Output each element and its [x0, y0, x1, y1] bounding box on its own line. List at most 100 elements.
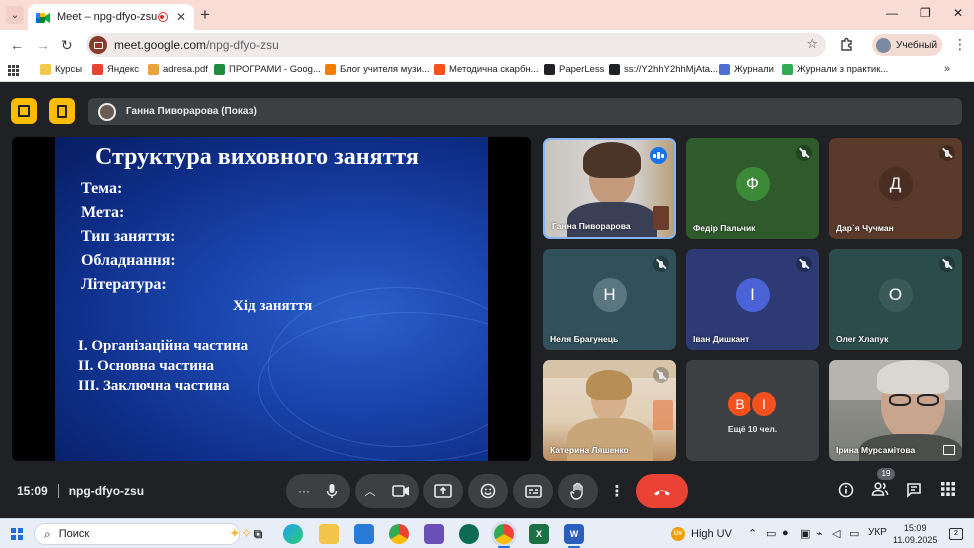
- bookmarks-more-icon[interactable]: »: [944, 63, 950, 75]
- participant-tile-kateryna[interactable]: Катерина Ляшенко: [543, 360, 676, 461]
- bookmark-item[interactable]: PaperLess: [544, 64, 604, 75]
- profile-button[interactable]: Учебный: [872, 34, 942, 56]
- bookmark-item[interactable]: Курсы: [40, 64, 82, 75]
- bookmark-item[interactable]: Журнали: [719, 64, 774, 75]
- participant-tile-hanna[interactable]: Ганна Пиворарова: [543, 138, 676, 239]
- bookmark-item[interactable]: ПРОГРАМИ - Goog...: [214, 64, 321, 75]
- address-bar[interactable]: meet.google.com/npg-dfyo-zsu ☆: [86, 33, 826, 57]
- slide-part: III. Заключна частина: [78, 378, 230, 394]
- participant-tile-fedir[interactable]: Ф Федір Пальчик: [686, 138, 819, 239]
- back-arrow-icon[interactable]: ←: [10, 37, 24, 53]
- bookmark-item[interactable]: ss://Y2hhY2hhMjAta...: [609, 64, 718, 75]
- slide-subtitle: Хід заняття: [233, 298, 313, 314]
- taskbar-clock[interactable]: 15:09 11.09.2025: [893, 522, 937, 546]
- chat-button[interactable]: [906, 482, 922, 502]
- minimize-icon[interactable]: —: [886, 6, 898, 20]
- save-disk-icon[interactable]: [424, 524, 444, 544]
- more-audio-options-icon[interactable]: ···: [298, 484, 310, 498]
- participant-hair: [583, 142, 641, 178]
- participant-initial: О: [878, 277, 913, 312]
- mic-off-icon: [653, 367, 669, 383]
- bookmark-label: Журнали з практик...: [797, 64, 889, 75]
- task-view-icon[interactable]: ⧉: [248, 524, 268, 544]
- meet-tray-icon[interactable]: ▭: [766, 527, 776, 540]
- app-d-icon[interactable]: [459, 524, 479, 544]
- activities-button[interactable]: [941, 482, 955, 500]
- mic-tray-icon[interactable]: ●: [782, 527, 789, 539]
- language-indicator[interactable]: УКР: [868, 527, 887, 538]
- mic-off-icon: [653, 256, 669, 272]
- taskbar-search[interactable]: ⌕ Поиск ✦✧: [34, 523, 252, 545]
- participants-count-badge: 19: [877, 468, 895, 480]
- present-button[interactable]: [423, 474, 463, 508]
- layout-icon: [57, 104, 67, 118]
- tab-meet[interactable]: Meet – npg-dfyo-zsu ✕: [28, 4, 194, 30]
- raise-hand-button[interactable]: [558, 474, 598, 508]
- file-explorer-icon[interactable]: [319, 524, 339, 544]
- bookmark-item[interactable]: adresa.pdf: [148, 64, 208, 75]
- more-options-button[interactable]: ⋮: [603, 474, 631, 508]
- bookmarks-bar: Курсы Яндекс adresa.pdf ПРОГРАМИ - Goog... Б…: [0, 60, 974, 82]
- bookmark-item[interactable]: Методична скарбн...: [434, 64, 539, 75]
- meeting-details-button[interactable]: [838, 482, 854, 502]
- participant-tile-nelya[interactable]: Н Неля Брагунець: [543, 249, 676, 350]
- new-tab-button[interactable]: +: [200, 5, 210, 25]
- more-participants-tile[interactable]: В І Ещё 10 чел.: [686, 360, 819, 461]
- tab-search-button[interactable]: ⌄: [6, 6, 24, 24]
- camera-icon[interactable]: [391, 485, 410, 497]
- layout-button[interactable]: [49, 98, 75, 124]
- network-icon[interactable]: ⌁: [816, 527, 823, 540]
- bookmark-star-icon[interactable]: ☆: [806, 36, 818, 52]
- participant-tile-darya[interactable]: Д Дар`я Чучман: [829, 138, 962, 239]
- bookmark-favicon-icon: [148, 64, 159, 75]
- reactions-button[interactable]: [468, 474, 508, 508]
- browser-menu-icon[interactable]: ⋮: [953, 36, 967, 53]
- glasses-lens: [889, 394, 911, 406]
- presentation-stage[interactable]: Структура виховного заняття Тема: Мета: …: [12, 137, 531, 461]
- slide-part: II. Основна частина: [78, 358, 215, 374]
- excel-icon[interactable]: X: [529, 524, 549, 544]
- participant-name: Федір Пальчик: [693, 223, 756, 233]
- chevron-up-icon[interactable]: ︿: [365, 483, 376, 499]
- windows-start-icon[interactable]: [11, 528, 23, 540]
- captions-button[interactable]: [513, 474, 553, 508]
- forward-arrow-icon[interactable]: →: [36, 37, 50, 53]
- chat-icon: [907, 483, 921, 498]
- reload-icon[interactable]: ↻: [61, 37, 73, 54]
- people-button[interactable]: [871, 482, 889, 500]
- pip-icon[interactable]: [943, 445, 955, 455]
- microphone-icon[interactable]: [326, 483, 338, 499]
- stop-presenting-button[interactable]: [11, 98, 37, 124]
- weather-widget[interactable]: UV High UV: [671, 527, 732, 541]
- uv-icon: UV: [671, 527, 685, 541]
- participant-name: Олег Хлапук: [836, 334, 889, 344]
- restore-icon[interactable]: ❐: [920, 6, 931, 20]
- leave-call-button[interactable]: [636, 474, 688, 508]
- bookmark-item[interactable]: Журнали з практик...: [782, 64, 888, 75]
- hand-icon: [570, 482, 583, 500]
- apps-grid-icon[interactable]: [8, 65, 19, 76]
- chrome-icon[interactable]: [389, 524, 409, 544]
- participant-tile-iryna[interactable]: Ірина Мурсамітова: [829, 360, 962, 461]
- browser-tabstrip: ⌄ Meet – npg-dfyo-zsu ✕ + — ❐ ✕: [0, 0, 974, 30]
- site-info-icon[interactable]: [89, 36, 107, 54]
- extensions-puzzle-icon[interactable]: [840, 37, 854, 54]
- bookmark-item[interactable]: Яндекс: [92, 64, 139, 75]
- word-icon[interactable]: W: [564, 524, 584, 544]
- tray-chevron-up-icon[interactable]: ⌃: [748, 527, 757, 540]
- participant-tile-oleh[interactable]: О Олег Хлапук: [829, 249, 962, 350]
- edge-browser-icon[interactable]: [283, 524, 303, 544]
- notifications-icon[interactable]: 2: [949, 528, 963, 540]
- participant-name: Катерина Ляшенко: [550, 445, 629, 455]
- tab-close-icon[interactable]: ✕: [176, 10, 186, 24]
- participant-tile-ivan[interactable]: І Іван Дишкант: [686, 249, 819, 350]
- store-icon[interactable]: [354, 524, 374, 544]
- volume-icon[interactable]: ◁: [832, 527, 840, 540]
- slide-field: Література:: [81, 276, 167, 293]
- chrome-active-icon[interactable]: [494, 524, 514, 544]
- bookmark-favicon-icon: [214, 64, 225, 75]
- camera-tray-icon[interactable]: ▣: [800, 527, 810, 540]
- window-close-icon[interactable]: ✕: [953, 6, 963, 20]
- battery-icon[interactable]: ▭: [849, 527, 859, 540]
- bookmark-item[interactable]: Блог учителя музи...: [325, 64, 430, 75]
